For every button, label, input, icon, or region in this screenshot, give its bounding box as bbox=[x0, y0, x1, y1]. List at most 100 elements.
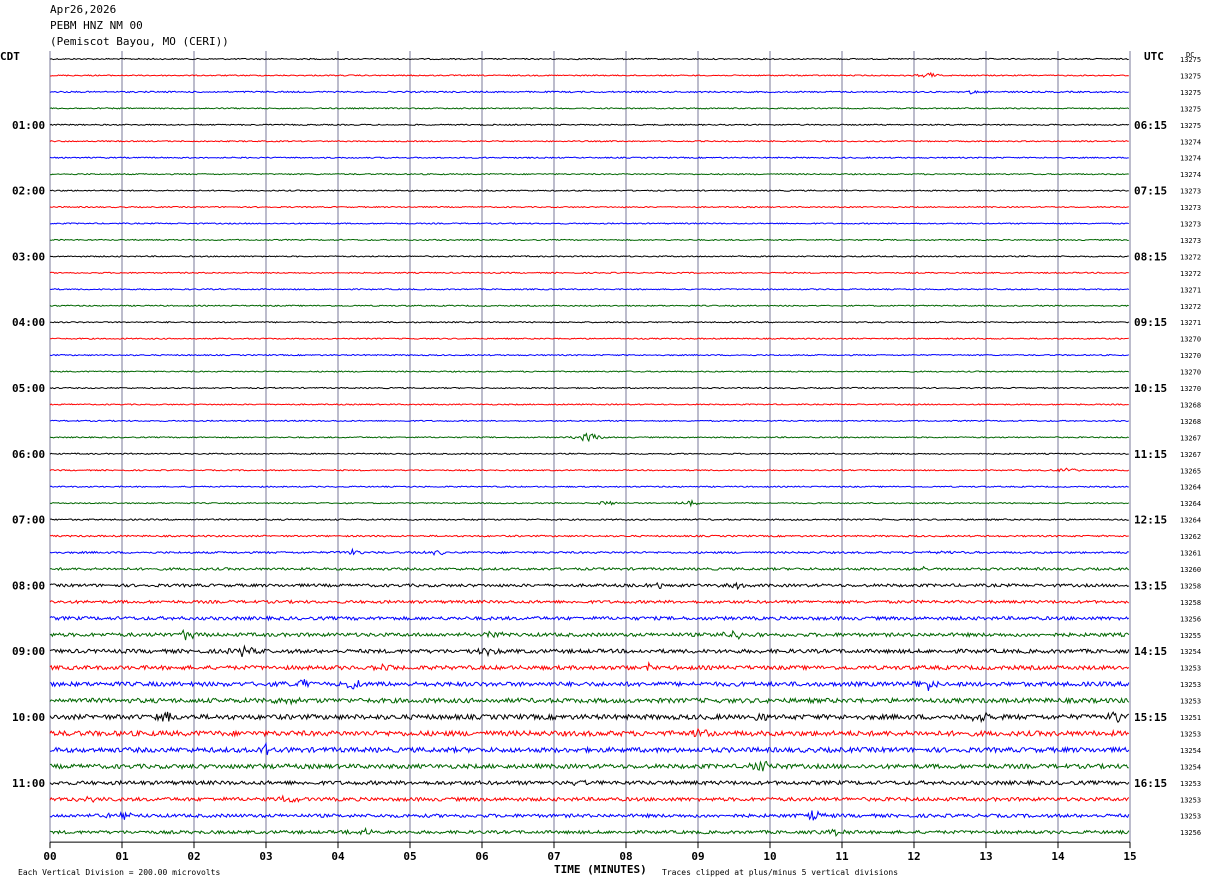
trace-row-13 bbox=[49, 271, 1129, 275]
left-zone-label: CDT bbox=[0, 50, 20, 63]
x-tick-label: 04 bbox=[331, 850, 345, 863]
dc-offset-label: 13271 bbox=[1180, 286, 1201, 294]
dc-offset-label: 13275 bbox=[1180, 56, 1201, 64]
dc-offset-label: 13273 bbox=[1180, 237, 1201, 245]
trace-row-21 bbox=[49, 403, 1129, 406]
dc-offset-label: 13268 bbox=[1180, 418, 1201, 426]
right-time-label: 15:15 bbox=[1134, 711, 1167, 724]
dc-offset-label: 13275 bbox=[1180, 89, 1201, 97]
trace-row-45 bbox=[49, 794, 1130, 804]
dc-offset-label: 13253 bbox=[1180, 796, 1201, 804]
x-tick-label: 11 bbox=[835, 850, 849, 863]
dc-offset-label: 13275 bbox=[1180, 72, 1201, 80]
dc-offset-label: 13254 bbox=[1180, 763, 1201, 771]
right-time-label: 07:15 bbox=[1134, 185, 1167, 198]
dc-offset-label: 13260 bbox=[1180, 566, 1201, 574]
dc-offset-label: 13264 bbox=[1180, 517, 1201, 525]
dc-offset-label: 13256 bbox=[1180, 615, 1201, 623]
trace-row-30 bbox=[49, 547, 1129, 556]
trace-row-41 bbox=[49, 727, 1130, 738]
left-time-label: 11:00 bbox=[12, 777, 45, 790]
dc-offset-label: 13272 bbox=[1180, 270, 1201, 278]
trace-row-46 bbox=[49, 809, 1130, 821]
dc-offset-label: 13258 bbox=[1180, 599, 1201, 607]
trace-row-34 bbox=[49, 615, 1130, 622]
left-time-label: 04:00 bbox=[12, 316, 45, 329]
dc-offset-label: 13274 bbox=[1180, 155, 1201, 163]
seismogram-plot: CDT UTC DC Each Vertical Division = 200.… bbox=[0, 50, 1201, 877]
dc-offset-label: 13265 bbox=[1180, 467, 1201, 475]
dc-offset-label: 13274 bbox=[1180, 138, 1201, 146]
dc-offset-label: 13253 bbox=[1180, 780, 1201, 788]
trace-row-24 bbox=[49, 452, 1129, 456]
trace-row-5 bbox=[49, 140, 1129, 143]
trace-row-14 bbox=[49, 288, 1130, 291]
trace-row-38 bbox=[49, 679, 1130, 691]
trace-row-17 bbox=[49, 337, 1129, 340]
right-time-label: 09:15 bbox=[1134, 316, 1167, 329]
trace-row-1 bbox=[50, 71, 1129, 79]
dc-offset-label: 13268 bbox=[1180, 401, 1201, 409]
trace-row-28 bbox=[49, 518, 1129, 521]
right-time-label: 06:15 bbox=[1134, 119, 1167, 132]
x-tick-label: 01 bbox=[115, 850, 129, 863]
dc-offset-label: 13273 bbox=[1180, 188, 1201, 196]
dc-offset-label: 13270 bbox=[1180, 369, 1201, 377]
trace-row-2 bbox=[49, 89, 1129, 95]
right-time-label: 14:15 bbox=[1134, 645, 1167, 658]
dc-offset-label: 13253 bbox=[1180, 730, 1201, 738]
trace-row-37 bbox=[49, 660, 1130, 672]
traces bbox=[49, 57, 1130, 838]
trace-row-47 bbox=[49, 826, 1130, 838]
left-time-label: 05:00 bbox=[12, 382, 45, 395]
dc-offset-label: 13264 bbox=[1180, 484, 1201, 492]
trace-row-9 bbox=[49, 205, 1129, 209]
x-tick-label: 14 bbox=[1051, 850, 1065, 863]
trace-row-11 bbox=[49, 238, 1129, 242]
dc-offset-label: 13262 bbox=[1180, 533, 1201, 541]
trace-row-22 bbox=[49, 419, 1130, 423]
left-time-label: 10:00 bbox=[12, 711, 45, 724]
dc-offset-label: 13255 bbox=[1180, 632, 1201, 640]
dc-offset-label: 13254 bbox=[1180, 747, 1201, 755]
dc-offset-label: 13267 bbox=[1180, 451, 1201, 459]
trace-row-42 bbox=[50, 741, 1130, 756]
left-time-label: 03:00 bbox=[12, 250, 45, 263]
x-tick-label: 06 bbox=[475, 850, 489, 863]
trace-row-3 bbox=[49, 107, 1130, 110]
dc-offset-label: 13253 bbox=[1180, 681, 1201, 689]
left-time-label: 02:00 bbox=[12, 185, 45, 198]
right-time-label: 11:15 bbox=[1134, 448, 1167, 461]
dc-offset-label: 13251 bbox=[1180, 714, 1201, 722]
right-time-label: 12:15 bbox=[1134, 514, 1167, 527]
x-tick-label: 08 bbox=[619, 850, 632, 863]
right-time-label: 10:15 bbox=[1134, 382, 1167, 395]
trace-row-4 bbox=[49, 123, 1130, 127]
trace-row-39 bbox=[49, 696, 1130, 706]
dc-offset-label: 13253 bbox=[1180, 698, 1201, 706]
dc-offset-label: 13270 bbox=[1180, 352, 1201, 360]
dc-offset-label: 13261 bbox=[1180, 550, 1201, 558]
scale-note: Each Vertical Division = 200.00 microvol… bbox=[18, 868, 220, 877]
dc-offset-label: 13272 bbox=[1180, 303, 1201, 311]
dc-offset-label: 13253 bbox=[1180, 813, 1201, 821]
right-time-label: 08:15 bbox=[1134, 250, 1167, 263]
dc-offset-label: 13264 bbox=[1180, 500, 1201, 508]
left-time-label: 09:00 bbox=[12, 645, 45, 658]
left-time-label: 01:00 bbox=[12, 119, 45, 132]
left-time-label: 06:00 bbox=[12, 448, 45, 461]
right-time-label: 16:15 bbox=[1134, 777, 1167, 790]
trace-row-32 bbox=[49, 581, 1129, 591]
trace-row-31 bbox=[49, 565, 1130, 572]
trace-row-10 bbox=[50, 222, 1129, 225]
trace-row-43 bbox=[49, 760, 1129, 772]
trace-row-35 bbox=[49, 628, 1130, 641]
x-tick-label: 05 bbox=[403, 850, 416, 863]
x-tick-label: 07 bbox=[547, 850, 560, 863]
dc-offset-label: 13271 bbox=[1180, 319, 1201, 327]
dc-offset-label: 13273 bbox=[1180, 204, 1201, 212]
trace-row-44 bbox=[49, 779, 1130, 787]
dc-offset-label: 13267 bbox=[1180, 434, 1201, 442]
x-axis-label: TIME (MINUTES) bbox=[554, 863, 647, 876]
trace-row-33 bbox=[49, 599, 1130, 605]
